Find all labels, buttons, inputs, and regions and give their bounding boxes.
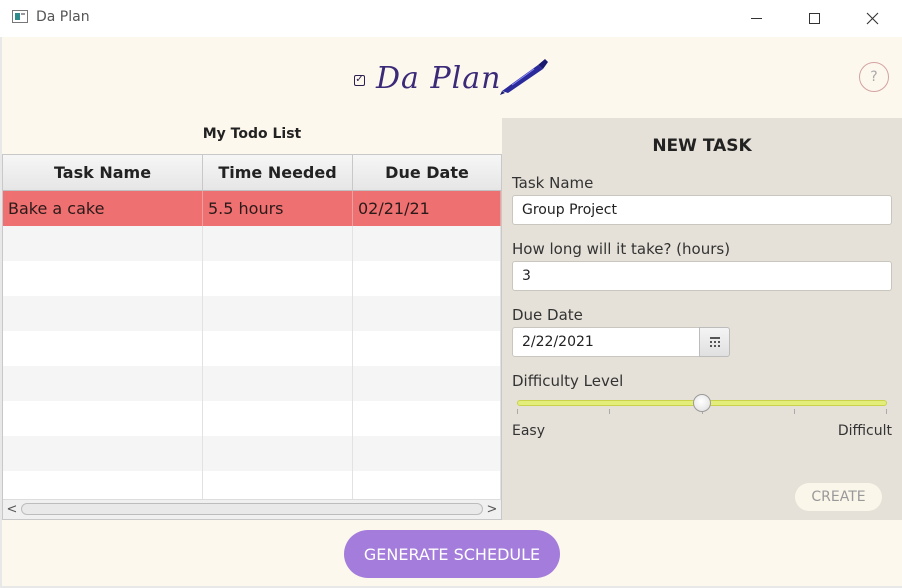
create-button[interactable]: CREATE bbox=[795, 483, 882, 511]
table-body: Bake a cake 5.5 hours 02/21/21 bbox=[3, 191, 501, 499]
scrollbar-thumb[interactable] bbox=[21, 503, 483, 515]
empty-table-row bbox=[3, 436, 501, 471]
new-task-title: NEW TASK bbox=[652, 136, 752, 156]
column-header-due-date[interactable]: Due Date bbox=[353, 155, 501, 190]
app-logo: ✓ Da Plan bbox=[352, 55, 552, 103]
horizontal-scrollbar[interactable]: < > bbox=[3, 499, 501, 519]
app-icon bbox=[12, 10, 28, 23]
minimize-button[interactable] bbox=[727, 0, 785, 36]
duration-input[interactable] bbox=[512, 261, 892, 291]
maximize-icon bbox=[808, 12, 820, 24]
difficulty-slider[interactable] bbox=[517, 394, 887, 426]
difficulty-label: Difficulty Level bbox=[512, 372, 624, 390]
calendar-icon bbox=[709, 337, 720, 347]
task-name-cell: Bake a cake bbox=[3, 191, 203, 226]
task-name-input[interactable] bbox=[512, 195, 892, 225]
column-header-time-needed[interactable]: Time Needed bbox=[203, 155, 353, 190]
logo-text: Da Plan bbox=[376, 61, 502, 96]
difficulty-min-label: Easy bbox=[512, 423, 546, 439]
slider-tick bbox=[794, 409, 795, 414]
window-title: Da Plan bbox=[36, 9, 90, 25]
empty-table-row bbox=[3, 401, 501, 436]
checkbox-icon: ✓ bbox=[354, 74, 365, 86]
empty-table-row bbox=[3, 261, 501, 296]
todo-table: Task Name Time Needed Due Date Bake a ca… bbox=[2, 154, 502, 520]
slider-tick bbox=[517, 409, 518, 414]
todo-list-title: My Todo List bbox=[202, 126, 302, 142]
empty-table-row bbox=[3, 366, 501, 401]
close-icon bbox=[866, 12, 878, 24]
close-button[interactable] bbox=[843, 0, 901, 36]
due-date-input[interactable] bbox=[512, 327, 700, 357]
table-header: Task Name Time Needed Due Date bbox=[3, 155, 501, 191]
time-needed-cell: 5.5 hours bbox=[203, 191, 353, 226]
column-header-task-name[interactable]: Task Name bbox=[3, 155, 203, 190]
duration-label: How long will it take? (hours) bbox=[512, 240, 731, 258]
slider-tick bbox=[609, 409, 610, 414]
empty-table-row bbox=[3, 226, 501, 261]
maximize-button[interactable] bbox=[785, 0, 843, 36]
scroll-right-arrow-icon[interactable]: > bbox=[483, 500, 501, 519]
pen-icon bbox=[500, 59, 548, 95]
slider-thumb[interactable] bbox=[693, 394, 711, 412]
help-button[interactable]: ? bbox=[859, 62, 889, 92]
empty-table-row bbox=[3, 331, 501, 366]
minimize-icon bbox=[750, 17, 762, 19]
date-picker-button[interactable] bbox=[699, 327, 730, 357]
generate-schedule-button[interactable]: GENERATE SCHEDULE bbox=[344, 530, 560, 578]
table-row[interactable]: Bake a cake 5.5 hours 02/21/21 bbox=[3, 191, 501, 226]
task-name-label: Task Name bbox=[512, 174, 594, 192]
due-date-label: Due Date bbox=[512, 306, 583, 324]
new-task-panel: NEW TASK Task Name How long will it take… bbox=[502, 118, 902, 520]
scroll-left-arrow-icon[interactable]: < bbox=[3, 500, 21, 519]
empty-table-row bbox=[3, 296, 501, 331]
empty-table-row bbox=[3, 471, 501, 499]
slider-tick bbox=[886, 409, 887, 414]
due-date-cell: 02/21/21 bbox=[353, 191, 501, 226]
difficulty-max-label: Difficult bbox=[837, 423, 892, 439]
title-bar: Da Plan bbox=[0, 0, 902, 37]
